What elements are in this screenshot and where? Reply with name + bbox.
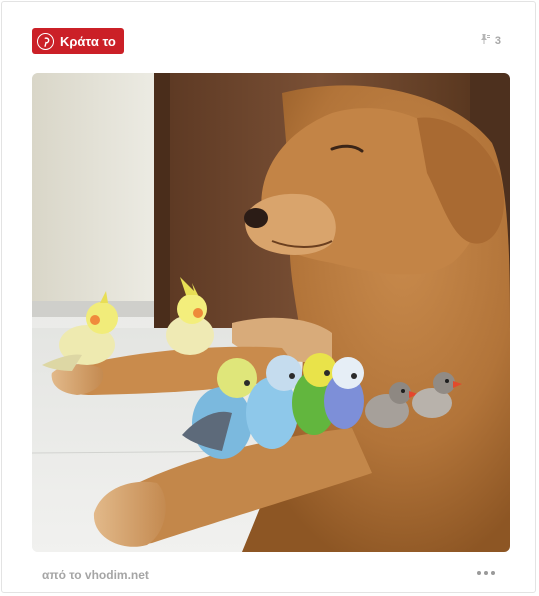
save-button[interactable]: Κράτα το	[32, 28, 124, 54]
ellipsis-icon[interactable]	[477, 567, 495, 579]
save-button-label: Κράτα το	[60, 33, 116, 49]
ellipsis-dot	[484, 571, 488, 575]
repin-count: 3	[479, 33, 501, 48]
pin-source[interactable]: από το vhodim.net	[42, 568, 149, 582]
repin-count-value: 3	[494, 34, 501, 47]
pinterest-logo-icon	[37, 32, 54, 50]
ellipsis-dot	[477, 571, 481, 575]
pin-image-illustration	[32, 73, 510, 552]
ellipsis-dot	[491, 571, 495, 575]
pin-image[interactable]	[32, 73, 510, 552]
pin-card: Κράτα το 3 από το vhodim.net	[1, 1, 536, 593]
pin-icon	[479, 33, 491, 48]
